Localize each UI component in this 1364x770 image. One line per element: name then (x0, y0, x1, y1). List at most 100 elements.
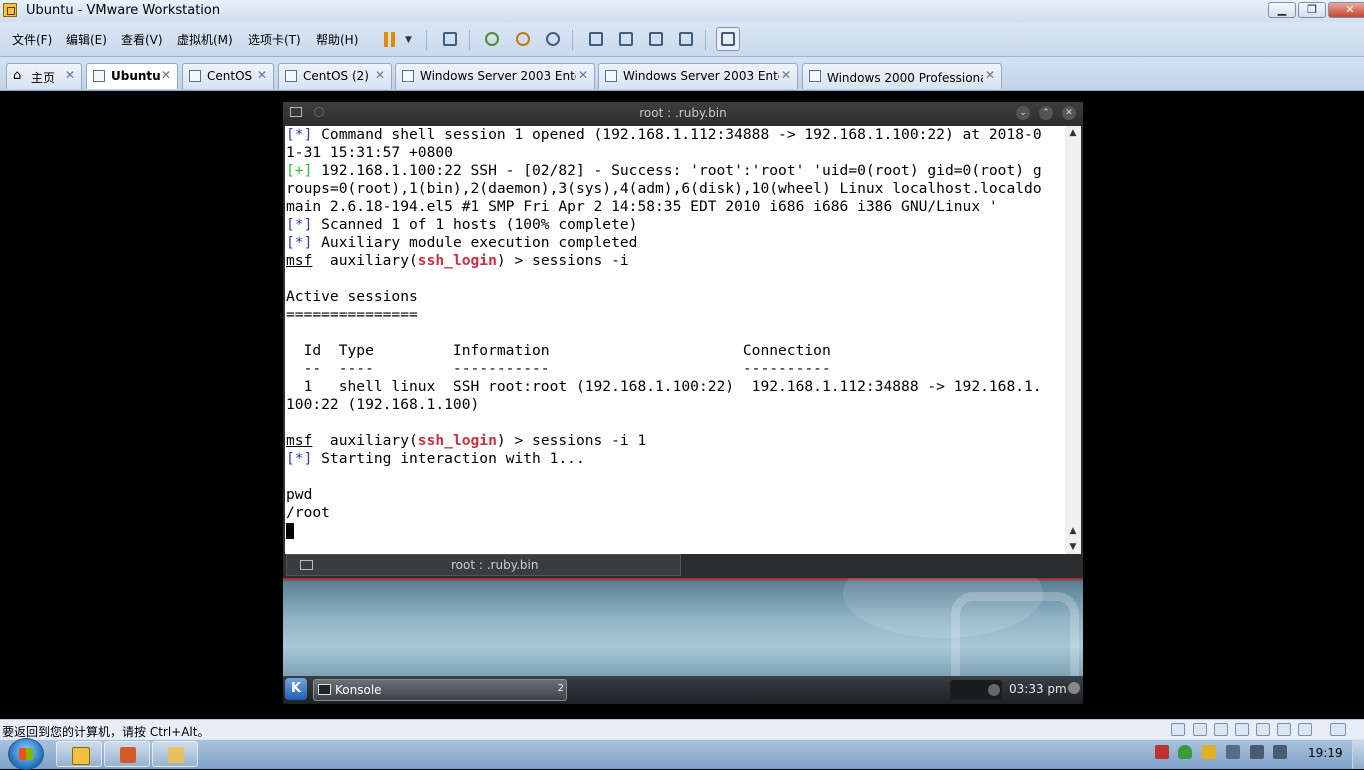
network-icon[interactable] (1214, 723, 1228, 736)
menu-view[interactable]: 查看(V) (121, 31, 163, 48)
thumbnail-button[interactable] (614, 27, 638, 51)
terminal-line: [*] Scanned 1 of 1 hosts (100% complete) (286, 216, 638, 233)
close-icon[interactable]: ✕ (578, 68, 588, 82)
close-icon[interactable]: ✕ (65, 68, 75, 82)
konsole-close-button[interactable]: ✕ (1062, 106, 1076, 120)
close-icon[interactable]: ✕ (257, 68, 267, 82)
windows-start-button[interactable] (8, 738, 44, 770)
terminal-output[interactable]: [*] Command shell session 1 opened (192.… (285, 126, 1065, 554)
menu-vm[interactable]: 虚拟机(M) (177, 31, 233, 48)
network-status-icon[interactable] (1202, 745, 1216, 759)
menu-file[interactable]: 文件(F) (12, 31, 52, 48)
hard-disk-icon[interactable] (1171, 723, 1185, 736)
unity-button[interactable] (674, 27, 698, 51)
minimize-button[interactable]: ▁ (1268, 2, 1296, 18)
sound-card-icon[interactable] (1256, 723, 1270, 736)
message-icon[interactable] (1330, 723, 1346, 736)
tab-centos[interactable]: CentOS ✕ (182, 63, 274, 89)
tab-home[interactable]: ⌂ 主页 ✕ (6, 63, 82, 89)
cd-rom-icon[interactable] (1193, 723, 1207, 736)
notification-icon[interactable] (988, 684, 1000, 696)
konsole-maximize-button[interactable]: ⌃ (1039, 106, 1053, 120)
usb-icon[interactable] (1235, 723, 1249, 736)
scroll-up-icon[interactable]: ▲ (1065, 524, 1081, 538)
kde-desktop[interactable] (283, 578, 1083, 676)
terminal-line: 100:22 (192.168.1.100) (286, 396, 480, 413)
terminal-line: -- ---- ----------- ---------- (286, 360, 831, 377)
show-desktop-button[interactable] (1352, 740, 1364, 769)
vm-icon (189, 70, 201, 82)
menu-help[interactable]: 帮助(H) (316, 31, 358, 48)
konsole-title-bar[interactable]: root : .ruby.bin ⌄ ⌃ ✕ (283, 102, 1083, 124)
pause-button[interactable] (378, 27, 402, 51)
menu-edit[interactable]: 编辑(E) (66, 31, 107, 48)
menu-bar: 文件(F) 编辑(E) 查看(V) 虚拟机(M) 选项卡(T) 帮助(H) ▼ (0, 22, 1364, 57)
windows-logo-icon (19, 748, 33, 760)
console-view-button[interactable] (716, 27, 740, 51)
vm-tab-bar: ⌂ 主页 ✕ Ubuntu ✕ CentOS ✕ CentOS (2) ✕ Wi… (0, 57, 1364, 91)
library-button[interactable] (584, 27, 608, 51)
printer-icon[interactable] (1277, 723, 1291, 736)
kde-start-button[interactable]: K (285, 678, 307, 700)
tab-windows-server-2003-b[interactable]: Windows Server 2003 Enterpr… ✕ (598, 63, 798, 89)
terminal-line: main 2.6.18-194.el5 #1 SMP Fri Apr 2 14:… (286, 198, 998, 215)
terminal-line: Id Type Information Connection (286, 342, 831, 359)
taskbar-item-media[interactable] (104, 741, 150, 767)
tab-windows-server-2003-a[interactable]: Windows Server 2003 Enterpr… ✕ (395, 63, 595, 89)
thumbnail-icon (619, 32, 633, 46)
vm-icon (402, 70, 414, 82)
kde-clock[interactable]: 03:33 pm (1009, 682, 1067, 696)
status-hint: 要返回到您的计算机，请按 Ctrl+Alt。 (2, 725, 210, 739)
terminal-line: =============== (286, 306, 418, 323)
close-icon[interactable]: ✕ (375, 68, 385, 82)
security-shield-icon[interactable] (1178, 745, 1192, 759)
send-ctrl-alt-del-button[interactable] (438, 27, 462, 51)
kde-panel: K Konsole 2 03:33 pm (283, 676, 1083, 704)
keyboard-icon (443, 32, 457, 46)
vm-icon (605, 70, 617, 82)
taskbar-item-konsole[interactable]: Konsole 2 (313, 679, 567, 701)
terminal-scrollbar[interactable]: ▲ ▲ ▼ (1065, 126, 1081, 554)
vmware-app-icon (3, 3, 17, 17)
home-icon: ⌂ (13, 68, 22, 83)
tab-windows-2000[interactable]: Windows 2000 Professional （… ✕ (802, 63, 1002, 89)
removable-device-icon[interactable] (1226, 745, 1240, 759)
window-title: Ubuntu - VMware Workstation (26, 3, 221, 18)
taskbar-item-explorer[interactable] (152, 741, 198, 767)
terminal-line: [+] 192.168.1.100:22 SSH - [02/82] - Suc… (286, 162, 1042, 179)
close-button[interactable]: ✕ (1328, 2, 1364, 18)
kde-system-tray (950, 680, 1002, 700)
konsole-tab[interactable]: root : .ruby.bin (286, 554, 681, 576)
close-icon[interactable]: ✕ (985, 68, 995, 82)
windows-taskbar: 19:19 (0, 738, 1364, 770)
menu-tabs[interactable]: 选项卡(T) (248, 31, 301, 48)
volume-icon[interactable] (1273, 745, 1287, 759)
snapshot-button[interactable] (480, 27, 504, 51)
windows-clock[interactable]: 19:19 (1308, 746, 1343, 760)
terminal-prompt: msf auxiliary(ssh_login) > sessions -i 1 (286, 432, 647, 449)
chevron-down-icon[interactable]: ▼ (405, 35, 412, 45)
network-tray-icon[interactable] (1250, 745, 1264, 759)
lock-logout-icon[interactable] (1068, 682, 1080, 694)
tab-centos-2[interactable]: CentOS (2) ✕ (278, 63, 392, 89)
media-player-icon (120, 747, 136, 763)
revert-snapshot-button[interactable] (511, 27, 535, 51)
scroll-up-icon[interactable]: ▲ (1065, 126, 1081, 140)
terminal-line: pwd (286, 486, 313, 503)
fullscreen-button[interactable] (644, 27, 668, 51)
snapshot-icon (485, 32, 499, 46)
close-icon[interactable]: ✕ (781, 68, 791, 82)
vm-icon (809, 70, 821, 82)
app-tray-icon[interactable] (1155, 745, 1169, 759)
display-icon[interactable] (1298, 723, 1312, 736)
close-icon[interactable]: ✕ (161, 68, 171, 82)
snapshot-manager-button[interactable] (541, 27, 565, 51)
maximize-button[interactable]: ❐ (1298, 2, 1326, 18)
tab-ubuntu[interactable]: Ubuntu ✕ (86, 63, 178, 89)
taskbar-item-vmware[interactable] (56, 741, 102, 767)
scroll-down-icon[interactable]: ▼ (1065, 540, 1081, 554)
terminal-line: Active sessions (286, 288, 418, 305)
konsole-minimize-button[interactable]: ⌄ (1016, 106, 1030, 120)
terminal-icon (300, 560, 313, 570)
terminal-line: 1-31 15:31:57 +0800 (286, 144, 453, 161)
